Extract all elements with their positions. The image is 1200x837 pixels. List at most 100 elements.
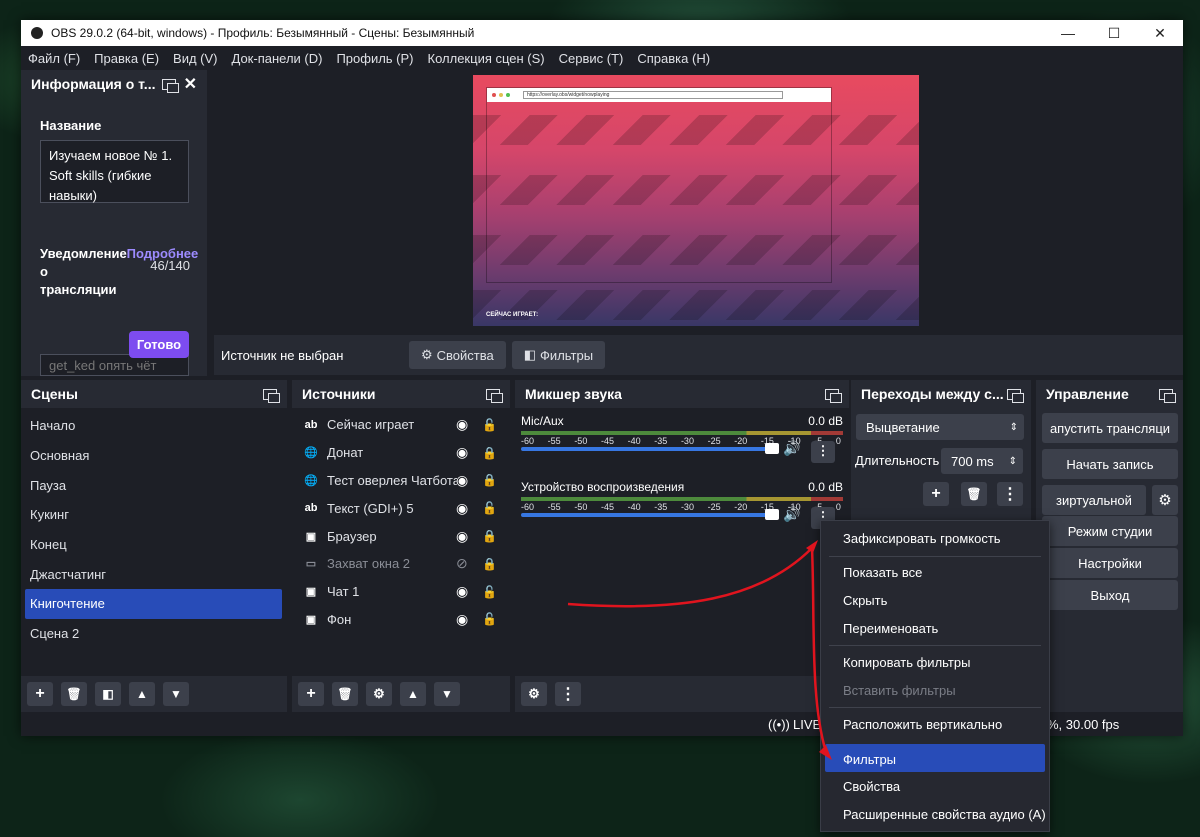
menu-item-properties[interactable]: Свойства [843, 779, 900, 794]
undock-icon[interactable] [486, 388, 503, 403]
volume-slider[interactable] [521, 509, 779, 520]
lock-open-icon[interactable]: 🔓 [482, 501, 497, 515]
source-item[interactable]: ▣ Браузер ◉ 🔒 [292, 522, 510, 550]
eye-hidden-icon[interactable]: ⊘ [456, 555, 468, 572]
menu-tools[interactable]: Сервис (T) [559, 51, 624, 66]
move-up-icon[interactable]: ▲ [400, 682, 426, 706]
transition-select[interactable]: Выцветание ⇕ [856, 414, 1024, 440]
menu-help[interactable]: Справка (H) [637, 51, 710, 66]
lock-open-icon[interactable]: 🔓 [482, 418, 497, 432]
eye-icon[interactable]: ◉ [456, 472, 468, 489]
add-icon[interactable]: + [298, 682, 324, 706]
lock-icon[interactable]: 🔒 [482, 529, 497, 543]
trash-icon[interactable]: 🗑 [61, 682, 87, 706]
filters-button[interactable]: ◧ Фильтры [511, 341, 606, 369]
source-item[interactable]: ▭ Захват окна 2 ⊘ 🔒 [292, 550, 510, 578]
exit-button[interactable]: Выход [1042, 580, 1178, 610]
trash-icon[interactable]: 🗑 [332, 682, 358, 706]
undock-icon[interactable] [161, 78, 179, 93]
close-button[interactable]: ✕ [1137, 20, 1183, 46]
scene-item-selected[interactable]: Книгочтение [25, 589, 282, 619]
eye-icon[interactable]: ◉ [456, 444, 468, 461]
studio-mode-button[interactable]: Режим студии [1042, 516, 1178, 546]
more-icon[interactable]: ⋮ [997, 482, 1023, 506]
filter-icon[interactable]: ◧ [95, 682, 121, 706]
duration-spinbox[interactable]: 700 ms ⇕ [941, 448, 1023, 474]
scene-item[interactable]: Конец [21, 530, 287, 560]
menu-scene-collection[interactable]: Коллекция сцен (S) [428, 51, 545, 66]
stream-info-header: Информация о т... ✕ [21, 70, 207, 98]
eye-icon[interactable]: ◉ [456, 611, 468, 628]
menu-file[interactable]: Файл (F) [28, 51, 80, 66]
stream-title-field[interactable]: Изучаем новое № 1. Soft skills (гибкие н… [40, 140, 189, 203]
add-icon[interactable]: + [27, 682, 53, 706]
volume-slider[interactable] [521, 443, 779, 454]
source-item[interactable]: ▣ Чат 1 ◉ 🔓 [292, 578, 510, 606]
trash-icon[interactable]: 🗑 [961, 482, 987, 506]
undock-icon[interactable] [1007, 388, 1024, 403]
gear-icon[interactable]: ⚙ [366, 682, 392, 706]
source-item[interactable]: ▣ Фон ◉ 🔓 [292, 606, 510, 634]
maximize-button[interactable]: ☐ [1091, 20, 1137, 46]
channel-menu-button[interactable]: ⋮ [811, 441, 835, 463]
eye-icon[interactable]: ◉ [456, 500, 468, 517]
menu-separator [829, 707, 1041, 708]
menu-item-copy-filters[interactable]: Копировать фильтры [843, 655, 970, 670]
source-item[interactable]: 🌐 Донат ◉ 🔒 [292, 439, 510, 467]
start-recording-button[interactable]: Начать запись [1042, 449, 1178, 479]
lock-open-icon[interactable]: 🔓 [482, 585, 497, 599]
menu-item-hide[interactable]: Скрыть [843, 593, 887, 608]
move-down-icon[interactable]: ▼ [434, 682, 460, 706]
virtual-camera-button[interactable]: зиртуальной [1042, 485, 1146, 515]
menu-item-filters[interactable]: Фильтры [843, 752, 896, 767]
move-down-icon[interactable]: ▼ [163, 682, 189, 706]
eye-icon[interactable]: ◉ [456, 528, 468, 545]
menu-edit[interactable]: Правка (E) [94, 51, 159, 66]
source-item[interactable]: ab Текст (GDI+) 5 ◉ 🔓 [292, 494, 510, 522]
scene-item[interactable]: Кукинг [21, 500, 287, 530]
undock-icon[interactable] [263, 388, 280, 403]
done-button[interactable]: Готово [129, 331, 189, 358]
mixer-channel: Mic/Aux 0.0 dB -60 -55 -50 -45 -40 -35 -30 -25 -2… [521, 414, 843, 463]
scene-item[interactable]: Начало [21, 411, 287, 441]
minimize-button[interactable]: — [1045, 20, 1091, 46]
lock-open-icon[interactable]: 🔓 [482, 612, 497, 626]
scene-item[interactable]: Пауза [21, 470, 287, 500]
scene-item[interactable]: Джастчатинг [21, 559, 287, 589]
gear-icon[interactable]: ⚙ [1152, 485, 1178, 515]
lock-icon[interactable]: 🔒 [482, 557, 497, 571]
menu-item-rename[interactable]: Переименовать [843, 621, 938, 636]
menu-item-show-all[interactable]: Показать все [843, 565, 922, 580]
menu-docks[interactable]: Док-панели (D) [232, 51, 323, 66]
menu-item-advanced-audio[interactable]: Расширенные свойства аудио (A) [843, 807, 1046, 822]
channel-level: 0.0 dB [808, 480, 843, 494]
eye-icon[interactable]: ◉ [456, 583, 468, 600]
learn-more-link[interactable]: Подробнее [127, 246, 199, 261]
tick: -60 [521, 502, 535, 512]
source-item[interactable]: ab Сейчас играет ◉ 🔓 [292, 411, 510, 439]
lock-icon[interactable]: 🔒 [482, 473, 497, 487]
properties-button[interactable]: ⚙ Свойства [409, 341, 506, 369]
menu-view[interactable]: Вид (V) [173, 51, 217, 66]
scene-item[interactable]: Основная [21, 441, 287, 471]
scene-item[interactable]: Сцена 2 [21, 619, 287, 649]
lock-icon[interactable]: 🔒 [482, 446, 497, 460]
more-icon[interactable]: ⋮ [555, 682, 581, 706]
speaker-icon[interactable]: 🔊 [783, 440, 800, 457]
menu-profile[interactable]: Профиль (P) [336, 51, 413, 66]
add-icon[interactable]: + [923, 482, 949, 506]
menu-item-lock-volume[interactable]: Зафиксировать громкость [843, 531, 1001, 546]
start-streaming-button[interactable]: апустить трансляци [1042, 413, 1178, 443]
menu-item-vertical-layout[interactable]: Расположить вертикально [843, 717, 1002, 732]
move-up-icon[interactable]: ▲ [129, 682, 155, 706]
source-item[interactable]: 🌐 Тест оверлея Чатбота ◉ 🔒 [292, 467, 510, 495]
undock-icon[interactable] [1159, 388, 1176, 403]
settings-button[interactable]: Настройки [1042, 548, 1178, 578]
speaker-icon[interactable]: 🔊 [783, 506, 800, 523]
undock-icon[interactable] [825, 388, 842, 403]
preview-area[interactable]: https://overlay.obs/widget/nowplaying СЕ… [214, 70, 1183, 333]
preview-canvas[interactable]: https://overlay.obs/widget/nowplaying СЕ… [473, 75, 919, 326]
close-icon[interactable]: ✕ [184, 74, 197, 94]
gear-icon[interactable]: ⚙ [521, 682, 547, 706]
eye-icon[interactable]: ◉ [456, 416, 468, 433]
